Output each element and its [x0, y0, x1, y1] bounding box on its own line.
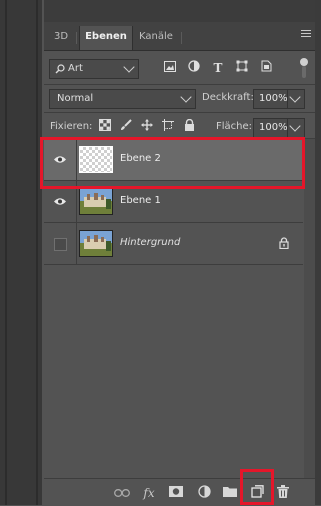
delete-layer-icon[interactable] [275, 485, 291, 501]
lock-artboard-icon[interactable] [161, 119, 175, 133]
fx-icon[interactable]: fx [141, 485, 157, 501]
eye-icon [54, 198, 66, 205]
divider [36, 0, 38, 505]
visibility-toggle[interactable] [44, 223, 77, 264]
panel-menu-icon[interactable] [301, 30, 311, 40]
opacity-value: 100% [259, 93, 288, 104]
layer-name[interactable]: Hintergrund [120, 237, 180, 248]
chevron-down-icon [123, 61, 135, 73]
opacity-label: Deckkraft: [202, 92, 254, 103]
layers-scrollbar[interactable] [304, 139, 315, 479]
shape-filter-icon[interactable] [234, 60, 250, 76]
lock-icon [279, 237, 289, 249]
layer-row[interactable]: Hintergrund [44, 223, 303, 265]
blend-row: Normal Deckkraft: 100% [44, 88, 315, 110]
lock-image-pixels-icon[interactable] [119, 119, 133, 133]
blend-mode-select[interactable]: Normal [49, 89, 196, 109]
right-panel-edge [315, 0, 321, 505]
tab-separator [76, 32, 77, 44]
fill-label: Fläche: [216, 121, 253, 132]
chevron-down-icon [180, 91, 192, 103]
search-icon [55, 64, 65, 74]
highlight-selected-layer [40, 137, 305, 189]
layer-name[interactable]: Ebene 1 [120, 195, 161, 206]
lock-row: Fixieren: Fläche: 100% [44, 116, 315, 138]
opacity-input[interactable]: 100% [253, 89, 305, 109]
chevron-down-icon [289, 120, 301, 132]
castle-photo-thumbnail [80, 231, 112, 256]
divider [5, 0, 7, 505]
smart-object-filter-icon[interactable] [258, 60, 274, 76]
link-layers-icon[interactable] [114, 485, 130, 501]
adjustment-filter-icon[interactable] [186, 60, 202, 76]
image-filter-icon[interactable] [162, 60, 178, 76]
tab-channels[interactable]: Kanäle [134, 26, 178, 50]
adjustment-layer-icon[interactable] [196, 485, 212, 501]
filter-toggle[interactable] [300, 58, 308, 78]
layers-bottom-toolbar: fx [44, 478, 315, 506]
new-group-icon[interactable] [222, 485, 238, 501]
filter-kind-label: Art [68, 63, 83, 74]
highlight-new-layer-button [240, 469, 274, 505]
filter-kind-select[interactable]: Art [49, 59, 139, 79]
document-area [0, 0, 42, 505]
lock-position-icon[interactable] [140, 119, 154, 133]
add-mask-icon[interactable] [168, 485, 184, 501]
tab-3d[interactable]: 3D [48, 26, 74, 50]
layer-thumbnail [79, 230, 113, 257]
panel-tabs: 3D Ebenen Kanäle [44, 22, 315, 51]
divider [44, 84, 315, 85]
tab-layers[interactable]: Ebenen [79, 26, 133, 50]
layers-panel: 3D Ebenen Kanäle Art T Normal Deckkraft:… [40, 0, 315, 506]
layer-thumbnail [79, 188, 113, 215]
tab-separator [181, 32, 182, 44]
castle-photo-thumbnail [80, 189, 112, 214]
lock-label: Fixieren: [50, 121, 93, 132]
visibility-checkbox[interactable] [54, 238, 67, 251]
fill-input[interactable]: 100% [253, 118, 305, 138]
lock-transparent-pixels-icon[interactable] [98, 119, 112, 133]
divider [44, 112, 315, 113]
blend-mode-value: Normal [57, 93, 94, 104]
panel-header [44, 0, 315, 22]
fill-value: 100% [259, 122, 288, 133]
type-filter-icon[interactable]: T [210, 60, 226, 76]
filter-row: Art T [44, 57, 315, 81]
lock-all-icon[interactable] [182, 118, 196, 133]
chevron-down-icon [289, 91, 301, 103]
